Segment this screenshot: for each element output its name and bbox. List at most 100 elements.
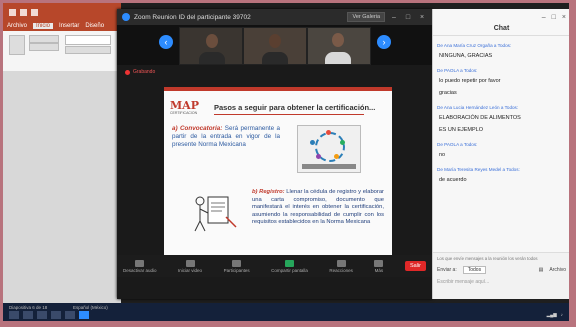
camera-icon	[185, 259, 195, 267]
save-icon[interactable]	[9, 8, 16, 16]
chat-messages[interactable]: De Ana María Cruz Orgaña a Todos: NINGUN…	[433, 36, 569, 187]
windows-start-icon[interactable]	[9, 311, 19, 319]
chat-window-controls: – □ ×	[433, 9, 569, 25]
copy-button[interactable]	[29, 43, 59, 51]
chat-sender: De María Teresita Reyes Medel a Todos:	[437, 167, 520, 172]
file-explorer-icon[interactable]	[37, 311, 47, 319]
chat-compose: Los que envíe mensajes a la reunión los …	[433, 252, 569, 299]
file-button[interactable]: Archivo	[549, 267, 566, 273]
reactions-icon	[336, 259, 346, 267]
ppt-tab-archivo[interactable]: Archivo	[7, 23, 27, 29]
video-button[interactable]: Iniciar video	[178, 259, 202, 273]
search-icon[interactable]	[23, 311, 33, 319]
zoom-window-title: Zoom Reunion ID del participante 39702	[134, 13, 251, 21]
maximize-icon[interactable]: □	[403, 14, 413, 21]
chat-message: NINGUNA, GRACIAS	[439, 53, 493, 59]
chat-message: no	[439, 152, 446, 158]
ppt-titlebar	[3, 3, 121, 21]
step-b-key: b) Registro:	[252, 189, 285, 195]
undo-icon[interactable]	[20, 8, 27, 16]
zoom-titlebar: Zoom Reunion ID del participante 39702 V…	[117, 9, 432, 25]
slide-top-bar	[164, 87, 392, 91]
send-to-label: Enviar a:	[437, 267, 457, 273]
ppt-tab-inicio[interactable]: Inicio	[33, 23, 54, 29]
chat-message: lo puedo repetir por favor	[439, 78, 501, 84]
chat-input[interactable]: Escribir mensaje aquí...	[433, 276, 569, 288]
cert-caption-bar	[302, 164, 356, 169]
view-button[interactable]: Ver Galeria	[347, 12, 385, 22]
ppt-tab-insertar[interactable]: Insertar	[59, 23, 79, 29]
title-underline	[214, 114, 364, 115]
ppt-ribbon	[3, 31, 121, 72]
leave-button[interactable]: Salir	[404, 261, 426, 271]
chat-sender: De PAOLA a Todos:	[437, 142, 478, 147]
powerpoint-window: Archivo Inicio Insertar Diseño	[3, 3, 121, 303]
cert-dot-icon	[326, 130, 331, 135]
taskbar-apps	[9, 311, 89, 319]
screen: Archivo Inicio Insertar Diseño Zoom Reun…	[3, 3, 569, 321]
chat-message: ES UN EJEMPLO	[439, 127, 484, 133]
more-icon	[374, 259, 384, 267]
chat-message: de acuerdo	[439, 177, 467, 183]
maximize-icon[interactable]: □	[552, 14, 556, 21]
cert-dot-icon	[340, 140, 345, 145]
next-page-icon[interactable]: ›	[377, 35, 391, 49]
network-icon[interactable]: ▂▄▆	[547, 312, 557, 318]
ppt-workspace	[3, 71, 121, 303]
recording-label: Grabando	[133, 69, 156, 75]
presentation-slide: MAP CERTIFICACION Pasos a seguir para ob…	[164, 87, 392, 268]
taskbar: Diapositiva 6 de 18 Español (México) ▂▄▆…	[3, 303, 569, 321]
prev-page-icon[interactable]: ‹	[159, 35, 173, 49]
cert-dot-icon	[316, 154, 321, 159]
chat-message: ELABORACIÓN DE ALIMENTOS	[439, 115, 521, 121]
chat-message: gracias	[439, 90, 457, 96]
font-format-buttons[interactable]	[65, 46, 111, 54]
participants-icon	[232, 259, 242, 267]
recording-indicator: Grabando	[125, 69, 155, 75]
file-icon[interactable]: ▤	[539, 267, 544, 273]
browser-icon[interactable]	[51, 311, 61, 319]
participant-tile[interactable]	[243, 27, 307, 65]
chat-visibility-note: Los que envíe mensajes a la reunión los …	[437, 256, 538, 261]
cut-button[interactable]	[29, 35, 59, 43]
chat-sender: De Ana Lucia Hernández León a Todos:	[437, 105, 519, 110]
chat-recipient-row: Enviar a: Todos ▤ Archivo	[433, 264, 569, 276]
ppt-ribbon-tabs: Archivo Inicio Insertar Diseño	[3, 21, 121, 31]
meeting-controls: Desactivar audio Iniciar video Participa…	[117, 255, 432, 277]
recipient-select[interactable]: Todos	[462, 266, 487, 274]
map-logo-subtitle: CERTIFICACION	[170, 111, 198, 115]
participant-body	[262, 52, 288, 64]
step-a-key: a) Convocatoria:	[172, 125, 223, 132]
powerpoint-icon[interactable]	[65, 311, 75, 319]
participant-tile[interactable]	[307, 27, 371, 65]
chat-panel: – □ × Chat De Ana María Cruz Orgaña a To…	[432, 9, 569, 299]
certification-graphic	[297, 125, 361, 173]
step-a-text: a) Convocatoria: Será permanente a parti…	[172, 125, 280, 150]
ppt-tab-diseno[interactable]: Diseño	[85, 23, 104, 29]
participant-body	[199, 52, 225, 64]
font-select[interactable]	[65, 35, 111, 45]
zoom-app-icon[interactable]	[79, 311, 89, 319]
reactions-button[interactable]: Reacciones	[329, 259, 353, 273]
participant-tile[interactable]	[179, 27, 243, 65]
close-icon[interactable]: ×	[562, 14, 566, 21]
share-screen-button[interactable]: Compartir pantalla	[271, 259, 308, 273]
minimize-icon[interactable]: –	[542, 14, 546, 21]
minimize-icon[interactable]: –	[389, 14, 399, 21]
paste-button[interactable]	[9, 35, 25, 55]
participants-button[interactable]: Participantes	[224, 259, 250, 273]
redo-icon[interactable]	[31, 8, 38, 16]
cert-dot-icon	[334, 154, 339, 159]
slide-title: Pasos a seguir para obtener la certifica…	[214, 103, 376, 112]
zoom-window: Zoom Reunion ID del participante 39702 V…	[117, 9, 432, 299]
volume-icon[interactable]: ♪	[561, 312, 563, 318]
cert-dot-icon	[310, 140, 315, 145]
share-screen-icon	[285, 259, 294, 267]
zoom-logo-icon	[122, 13, 130, 21]
chat-sender: De Ana María Cruz Orgaña a Todos:	[437, 43, 512, 48]
participant-head	[332, 33, 344, 47]
close-icon[interactable]: ×	[417, 14, 427, 21]
language-status: Español (México)	[73, 305, 108, 310]
more-button[interactable]: Más	[374, 259, 384, 273]
mute-button[interactable]: Desactivar audio	[123, 259, 157, 273]
